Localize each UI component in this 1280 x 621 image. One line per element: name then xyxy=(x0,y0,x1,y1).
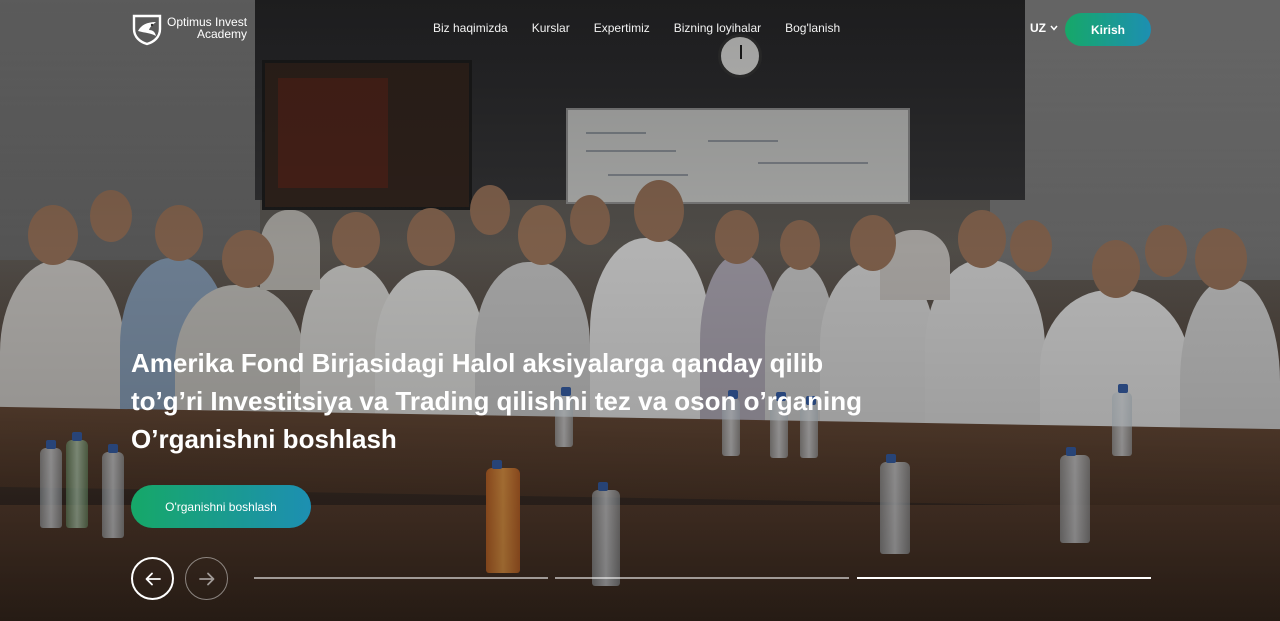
slide-indicator-1[interactable] xyxy=(254,577,548,579)
chevron-down-icon xyxy=(1050,25,1058,31)
arrow-right-icon xyxy=(198,572,214,585)
language-selector[interactable]: UZ xyxy=(1030,21,1058,35)
language-label: UZ xyxy=(1030,21,1046,35)
eagle-shield-icon xyxy=(130,12,164,46)
hero-title-line3: O’rganishni boshlash xyxy=(131,424,397,454)
nav-item-contact[interactable]: Bog'lanish xyxy=(785,21,840,35)
brand-name-line2: Academy xyxy=(197,26,248,41)
slider-prev-button[interactable] xyxy=(131,557,174,600)
nav-item-courses[interactable]: Kurslar xyxy=(532,21,570,35)
nav-item-projects[interactable]: Bizning loyihalar xyxy=(674,21,761,35)
nav-item-about[interactable]: Biz haqimizda xyxy=(433,21,508,35)
site-header: Optimus Invest Academy Biz haqimizda Kur… xyxy=(0,0,1280,58)
slide-indicator-3[interactable] xyxy=(857,577,1151,579)
hero-title: Amerika Fond Birjasidagi Halol aksiyalar… xyxy=(131,344,1031,458)
brand-name-line1: Optimus Invest xyxy=(167,14,248,29)
nav-item-expert[interactable]: Expertimiz xyxy=(594,21,650,35)
brand-logo[interactable]: Optimus Invest Academy xyxy=(130,12,247,46)
main-navigation: Biz haqimizda Kurslar Expertimiz Bizning… xyxy=(433,21,864,35)
arrow-left-icon xyxy=(145,572,161,585)
start-learning-button[interactable]: O'rganishni boshlash xyxy=(131,485,311,528)
slider-next-button[interactable] xyxy=(185,557,228,600)
hero-title-line1: Amerika Fond Birjasidagi Halol aksiyalar… xyxy=(131,348,824,378)
hero-title-line2: to’g’ri Investitsiya va Trading qilishni… xyxy=(131,386,863,416)
slide-indicator-2[interactable] xyxy=(555,577,849,579)
login-button[interactable]: Kirish xyxy=(1065,13,1151,46)
